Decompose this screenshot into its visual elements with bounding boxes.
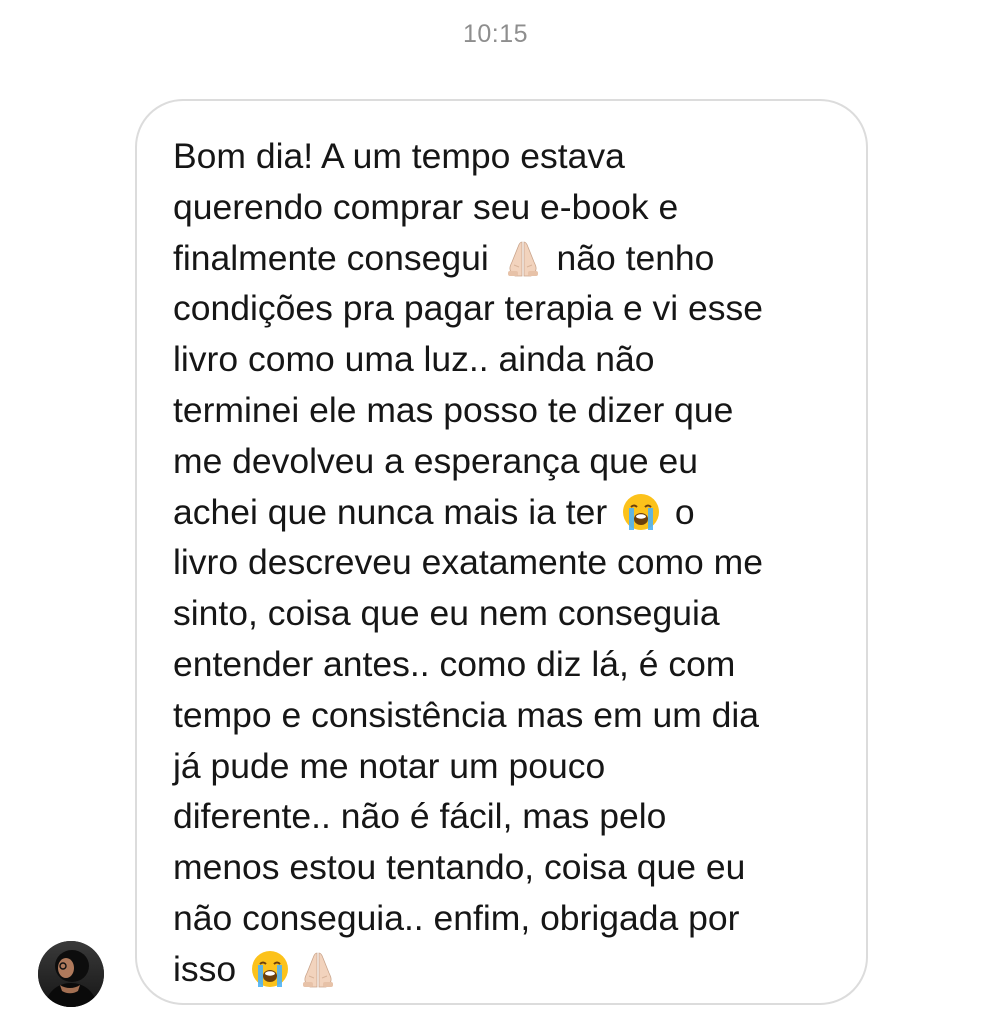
message-line-text: sinto, coisa que eu nem conseguia [173, 593, 720, 634]
message-line: querendo comprar seu e-book e [173, 182, 853, 233]
message-line: isso [173, 944, 853, 995]
message-line-text: livro como uma luz.. ainda não [173, 339, 655, 380]
message-line: finalmente consegui não tenho [173, 233, 853, 284]
message-line-text: já pude me notar um pouco [173, 745, 606, 786]
message-line-text: Bom dia! A um tempo estava [173, 136, 625, 176]
message-line: terminei ele mas posso te dizer que [173, 385, 853, 436]
message-line-text: livro descreveu exatamente como me [173, 542, 763, 583]
crying-face-icon [250, 949, 290, 1003]
message-bubble[interactable]: Bom dia! A um tempo estava querendo compr… [135, 99, 868, 1005]
message-line: Bom dia! A um tempo estava [173, 131, 853, 182]
message-timestamp: 10:15 [462, 20, 529, 48]
message-line: já pude me notar um pouco [173, 741, 853, 792]
message-line-text: achei que nunca mais ia ter [173, 491, 618, 532]
message-line-text: terminei ele mas posso te dizer que [173, 389, 734, 430]
message-line-text: o [665, 491, 695, 532]
message-line: tempo e consistência mas em um dia [173, 690, 853, 741]
message-line-text: querendo comprar seu e-book e [173, 186, 679, 227]
message-line-text: me devolveu a esperança que eu [173, 440, 698, 481]
message-line: menos estou tentando, coisa que eu [173, 842, 853, 893]
message-line-text: não tenho [546, 237, 715, 278]
message-line: entender antes.. como diz lá, é com [173, 639, 853, 690]
message-line-text: não conseguia.. enfim, obrigada por [173, 897, 740, 938]
message-line-text: finalmente consegui [173, 237, 499, 278]
message-line: não conseguia.. enfim, obrigada por [173, 893, 853, 944]
avatar-photo-icon [38, 941, 104, 1007]
message-line-text: tempo e consistência mas em um dia [173, 694, 760, 735]
message-line: diferente.. não é fácil, mas pelo [173, 791, 853, 842]
message-line: livro como uma luz.. ainda não [173, 334, 853, 385]
message-line: achei que nunca mais ia ter o [173, 487, 853, 538]
message-line: me devolveu a esperança que eu [173, 436, 853, 487]
folded-hands-icon [298, 949, 338, 1003]
message-line-text: diferente.. não é fácil, mas pelo [173, 796, 667, 837]
message-line-text: entender antes.. como diz lá, é com [173, 643, 736, 684]
message-line-text: condições pra pagar terapia e vi esse [173, 288, 764, 329]
message-line: livro descreveu exatamente como me [173, 537, 853, 588]
message-line-text: isso [173, 948, 246, 989]
message-text: Bom dia! A um tempo estava querendo compr… [173, 131, 853, 995]
message-line-text: menos estou tentando, coisa que eu [173, 847, 746, 888]
message-line: sinto, coisa que eu nem conseguia [173, 588, 853, 639]
sender-avatar[interactable] [38, 941, 104, 1007]
message-line: condições pra pagar terapia e vi esse [173, 283, 853, 334]
